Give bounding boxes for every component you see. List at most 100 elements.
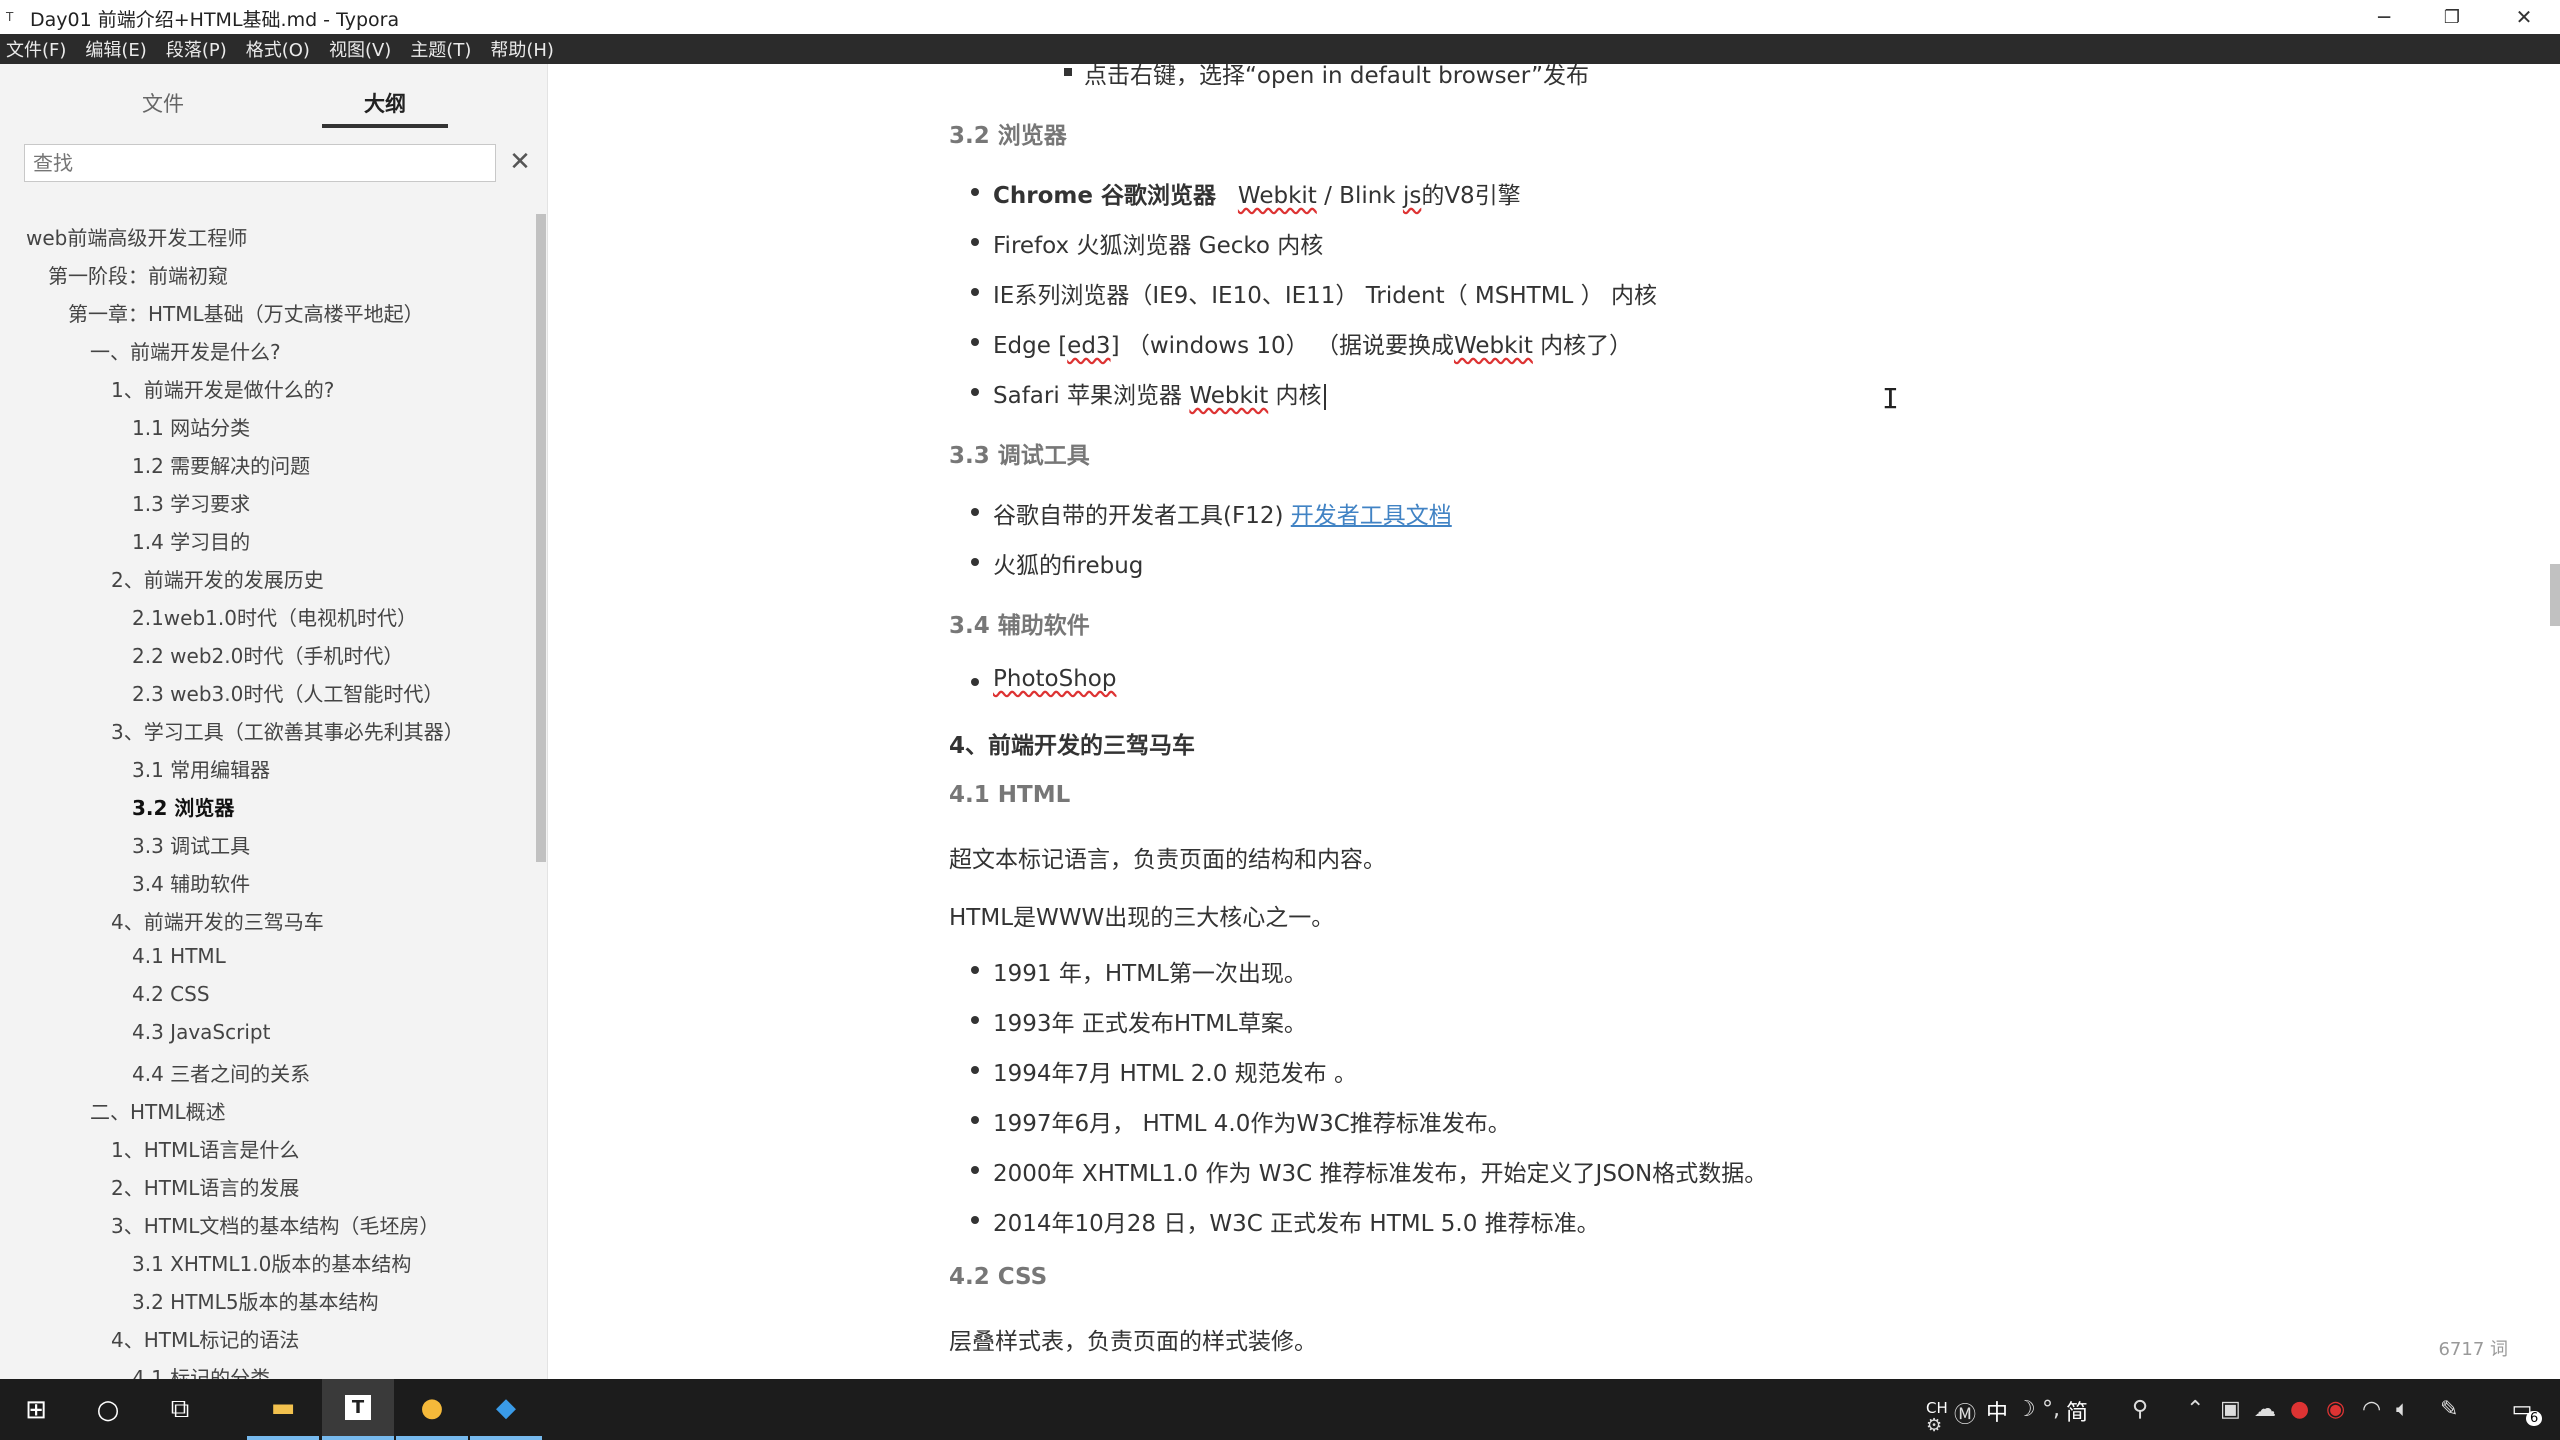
- text-cursor: [1323, 383, 1326, 410]
- outline-scrollbar[interactable]: [536, 214, 546, 862]
- volume-icon[interactable]: 🔈︎: [2396, 1397, 2409, 1422]
- outline-item[interactable]: 4、前端开发的三驾马车: [111, 906, 324, 935]
- tab-files[interactable]: 文件: [142, 88, 184, 118]
- outline-item[interactable]: 4.3 JavaScript: [132, 1020, 270, 1044]
- heading-aux: 3.4 辅助软件: [949, 613, 1090, 639]
- list-item: 1991 年，HTML第一次出现。: [971, 954, 1307, 988]
- taskbar-browser[interactable]: ●: [396, 1379, 468, 1440]
- outline-item[interactable]: 4.2 CSS: [132, 982, 210, 1006]
- windows-icon: ⊞: [25, 1394, 47, 1425]
- outline-item[interactable]: 4.1 HTML: [132, 944, 226, 968]
- outline-item[interactable]: 1、前端开发是做什么的?: [111, 374, 334, 403]
- menu-edit[interactable]: 编辑(E): [85, 36, 146, 62]
- outline-item[interactable]: 2.1web1.0时代（电视机时代）: [132, 602, 417, 631]
- restore-button[interactable]: ❐: [2418, 0, 2486, 34]
- outline-item[interactable]: 二、HTML概述: [90, 1096, 226, 1125]
- list-item-photoshop: PhotoShop: [970, 666, 1116, 692]
- close-icon[interactable]: ✕: [506, 146, 534, 178]
- outline-item[interactable]: 1.4 学习目的: [132, 526, 250, 555]
- close-button[interactable]: ✕: [2490, 0, 2558, 34]
- outline-item[interactable]: 3.2 浏览器: [132, 792, 234, 821]
- outline-search-input[interactable]: [24, 144, 496, 182]
- paragraph: 超文本标记语言，负责页面的结构和内容。: [949, 847, 1386, 873]
- edge-text-a: Edge [: [993, 333, 1068, 359]
- editor-scrollbar[interactable]: [2550, 564, 2560, 626]
- outline-item[interactable]: 3.1 常用编辑器: [132, 754, 270, 783]
- list-item: 1994年7月 HTML 2.0 规范发布 。: [971, 1054, 1357, 1088]
- moon-icon[interactable]: ☽: [2016, 1397, 2036, 1422]
- chevron-up-icon[interactable]: ⌃: [2186, 1397, 2204, 1422]
- outline-item[interactable]: 4、HTML标记的语法: [111, 1324, 299, 1353]
- minimize-button[interactable]: ─: [2350, 0, 2418, 34]
- minimize-icon: ─: [2377, 5, 2391, 29]
- restore-icon: ❐: [2443, 6, 2461, 28]
- menu-paragraph[interactable]: 段落(P): [166, 36, 227, 62]
- outline-item[interactable]: 4.4 三者之间的关系: [132, 1058, 310, 1087]
- outline-item[interactable]: 1.3 学习要求: [132, 488, 250, 517]
- pen-icon[interactable]: ✎: [2440, 1397, 2458, 1422]
- outline-item[interactable]: 1.2 需要解决的问题: [132, 450, 310, 479]
- list-item-devtools: 谷歌自带的开发者工具(F12) 开发者工具文档: [971, 496, 1452, 530]
- paragraph: 层叠样式表，负责页面的样式装修。: [949, 1329, 1317, 1355]
- outline-item[interactable]: 3.3 调试工具: [132, 830, 250, 859]
- list-item-safari: Safari 苹果浏览器 Webkit 内核: [971, 376, 1326, 410]
- people-icon[interactable]: ⚲: [2132, 1397, 2148, 1422]
- start-button[interactable]: ⊞: [0, 1379, 72, 1440]
- task-view-button[interactable]: ⧉: [144, 1379, 216, 1440]
- browser-icon: ●: [420, 1392, 444, 1423]
- ime-m-icon[interactable]: Ⓜ: [1954, 1397, 1976, 1429]
- menu-theme[interactable]: 主题(T): [410, 36, 471, 62]
- menu-format[interactable]: 格式(O): [246, 36, 310, 62]
- js-word: js: [1402, 183, 1422, 209]
- task-view-icon: ⧉: [170, 1394, 190, 1424]
- outline-item[interactable]: web前端高级开发工程师: [26, 222, 247, 251]
- outline-item[interactable]: 2、HTML语言的发展: [111, 1172, 299, 1201]
- outline-item[interactable]: 3、学习工具（工欲善其事必先利其器）: [111, 716, 464, 745]
- list-item: 点击右键，选择“open in default browser”发布: [1063, 64, 1589, 90]
- taskbar-vscode[interactable]: ◆: [470, 1379, 542, 1440]
- outline-item[interactable]: 第一章：HTML基础（万丈高楼平地起）: [68, 298, 424, 327]
- menu-file[interactable]: 文件(F): [6, 36, 66, 62]
- gear-icon[interactable]: ⚙: [1926, 1415, 1942, 1436]
- app-tray-icon[interactable]: ▣: [2220, 1397, 2241, 1422]
- list-item: 2014年10月28 日，W3C 正式发布 HTML 5.0 推荐标准。: [971, 1204, 1600, 1238]
- outline-tree: web前端高级开发工程师 第一阶段：前端初窥第一章：HTML基础（万丈高楼平地起）…: [0, 214, 532, 1379]
- ime-mode[interactable]: 中: [1986, 1395, 2008, 1427]
- title-bar: T Day01 前端介绍+HTML基础.md - Typora ─ ❐ ✕: [0, 0, 2560, 34]
- taskbar-typora[interactable]: T: [322, 1379, 394, 1440]
- ime-simplified[interactable]: 简: [2066, 1395, 2088, 1427]
- outline-item[interactable]: 3.2 HTML5版本的基本结构: [132, 1286, 379, 1315]
- devtools-text: 谷歌自带的开发者工具(F12): [993, 503, 1291, 529]
- list-item: 1993年 正式发布HTML草案。: [971, 1004, 1307, 1038]
- outline-item[interactable]: 1、HTML语言是什么: [111, 1134, 299, 1163]
- notification-button[interactable]: ▭ 6: [2486, 1379, 2558, 1440]
- safari-text-a: Safari 苹果浏览器: [993, 383, 1190, 409]
- edge-ed3: ed3: [1067, 333, 1111, 359]
- outline-item[interactable]: 1.1 网站分类: [132, 412, 250, 441]
- list-item-chrome: Chrome 谷歌浏览器 Webkit / Blink js的V8引擎: [971, 176, 1521, 210]
- menu-help[interactable]: 帮助(H): [490, 36, 554, 62]
- outline-item[interactable]: 一、前端开发是什么?: [90, 336, 281, 365]
- outline-item[interactable]: 2、前端开发的发展历史: [111, 564, 324, 593]
- list-item-firebug: 火狐的firebug: [970, 546, 1143, 580]
- outline-item[interactable]: 第一阶段：前端初窥: [48, 260, 228, 289]
- menu-view[interactable]: 视图(V): [329, 36, 391, 62]
- outline-item[interactable]: 3.4 辅助软件: [132, 868, 250, 897]
- outline-item[interactable]: 2.2 web2.0时代（手机时代）: [132, 640, 403, 669]
- app-red-icon[interactable]: ◉: [2326, 1397, 2345, 1422]
- search-circle-icon: ○: [96, 1394, 120, 1425]
- search-button[interactable]: ○: [72, 1379, 144, 1440]
- outline-item[interactable]: 3、HTML文档的基本结构（毛坯房）: [111, 1210, 439, 1239]
- outline-item[interactable]: 4.1 标记的分类: [132, 1362, 270, 1379]
- editor-pane[interactable]: 点击右键，选择“open in default browser”发布 3.2 浏…: [549, 64, 2560, 1379]
- outline-item[interactable]: 2.3 web3.0时代（人工智能时代）: [132, 678, 443, 707]
- devtools-doc-link[interactable]: 开发者工具文档: [1291, 503, 1452, 529]
- record-icon[interactable]: ●: [2290, 1397, 2309, 1422]
- punctuation-icon[interactable]: °,: [2042, 1397, 2060, 1422]
- taskbar-explorer[interactable]: ▬: [247, 1379, 319, 1440]
- safari-text-b: 内核: [1268, 383, 1322, 409]
- outline-item[interactable]: 3.1 XHTML1.0版本的基本结构: [132, 1248, 411, 1277]
- tab-outline[interactable]: 大纲: [364, 88, 406, 118]
- wifi-icon[interactable]: ◠: [2362, 1397, 2381, 1422]
- cloud-icon[interactable]: ☁: [2254, 1397, 2276, 1422]
